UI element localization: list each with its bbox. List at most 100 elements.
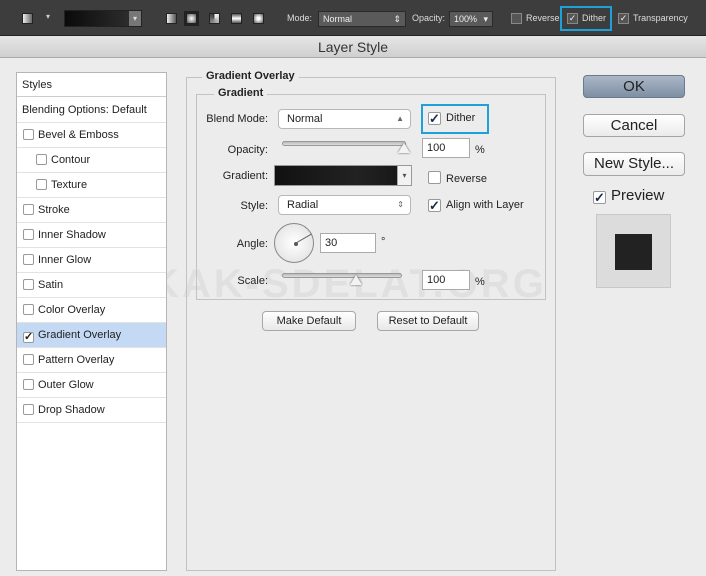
gradient-tool-icon[interactable] [22, 13, 33, 24]
style-checkbox[interactable] [23, 279, 34, 290]
gradient-picker[interactable]: ▾ [64, 10, 142, 27]
style-checkbox[interactable] [36, 154, 47, 165]
group-title: Gradient [214, 87, 268, 99]
preview-checkbox[interactable]: ✓ [593, 191, 606, 204]
style-checkbox[interactable] [23, 404, 34, 415]
style-checkbox[interactable] [23, 229, 34, 240]
scale-input[interactable]: 100 [422, 270, 470, 290]
sidebar-item-label: Pattern Overlay [38, 354, 115, 366]
sidebar-item-outer-glow[interactable]: Outer Glow [17, 373, 166, 398]
sidebar-item-bevel-emboss[interactable]: Bevel & Emboss [17, 123, 166, 148]
sidebar-item-label: Texture [51, 179, 88, 191]
sidebar-item-color-overlay[interactable]: Color Overlay [17, 298, 166, 323]
sidebar-item-contour[interactable]: Contour [17, 148, 166, 173]
transparency-label: Transparency [633, 13, 688, 23]
opacity-slider-thumb[interactable] [398, 143, 410, 153]
preview-option[interactable]: ✓ Preview [593, 187, 664, 204]
reflected-gradient-icon[interactable] [231, 13, 242, 24]
sidebar-item-drop-shadow[interactable]: Drop Shadow [17, 398, 166, 423]
gradient-dropdown-icon[interactable]: ▾ [397, 166, 411, 185]
style-checkbox[interactable]: ✓ [23, 332, 34, 343]
opacity-label: Opacity: [227, 144, 268, 156]
sidebar-item-inner-shadow[interactable]: Inner Shadow [17, 223, 166, 248]
style-select[interactable]: Radial ⇕ [278, 195, 411, 215]
style-checkbox[interactable] [23, 254, 34, 265]
style-checkbox[interactable] [23, 379, 34, 390]
sidebar-item-gradient-overlay[interactable]: ✓ Gradient Overlay [17, 323, 166, 348]
cancel-button[interactable]: Cancel [583, 114, 685, 137]
styles-list: Styles Blending Options: Default Bevel & … [16, 72, 167, 571]
sidebar-item-satin[interactable]: Satin [17, 273, 166, 298]
opacity-slider[interactable] [282, 141, 406, 146]
reverse-label: Reverse [526, 13, 560, 23]
dither-checkbox[interactable]: ✓ [567, 13, 578, 24]
dialog-title: Layer Style [0, 36, 706, 58]
reverse-checkbox[interactable] [511, 13, 522, 24]
sidebar-item-blending-options-default[interactable]: Blending Options: Default [17, 98, 166, 123]
sidebar-item-label: Blending Options: Default [22, 104, 147, 116]
dither-checkbox[interactable]: ✓ [428, 112, 441, 125]
make-default-button[interactable]: Make Default [262, 311, 356, 331]
sidebar-item-label: Color Overlay [38, 304, 106, 316]
dither-label: Dither [582, 13, 607, 23]
reverse-label: Reverse [446, 173, 487, 185]
stepper-icon: ▲ [396, 114, 404, 123]
sidebar-item-stroke[interactable]: Stroke [17, 198, 166, 223]
mode-value: Normal [323, 14, 353, 24]
style-checkbox[interactable] [23, 354, 34, 365]
reverse-checkbox[interactable] [428, 171, 441, 184]
sidebar-item-label: Contour [51, 154, 91, 166]
sidebar-item-label: Gradient Overlay [38, 329, 122, 341]
mode-label: Mode: [287, 13, 313, 23]
style-checkbox[interactable] [23, 129, 34, 140]
opacity-field[interactable]: 100% ▾ [449, 11, 493, 27]
reset-to-default-button[interactable]: Reset to Default [377, 311, 479, 331]
tool-preset-dropdown[interactable]: ▾ [46, 12, 50, 21]
blend-mode-value: Normal [287, 113, 323, 125]
blend-mode-label: Blend Mode: [206, 113, 268, 125]
dither-option[interactable]: ✓ Dither [428, 112, 475, 125]
sidebar-item-label: Inner Glow [38, 254, 92, 266]
scale-label: Scale: [237, 275, 268, 287]
angle-input[interactable]: 30 [320, 233, 376, 253]
style-checkbox[interactable] [23, 304, 34, 315]
angle-label: Angle: [236, 238, 268, 250]
opacity-label: Opacity: [412, 13, 446, 23]
scale-slider[interactable] [282, 273, 402, 278]
radial-gradient-icon[interactable] [184, 11, 199, 26]
style-checkbox[interactable] [36, 179, 47, 190]
sidebar-item-texture[interactable]: Texture [17, 173, 166, 198]
reverse-option[interactable]: Reverse [428, 171, 487, 185]
ok-button[interactable]: OK [583, 75, 685, 98]
styles-header[interactable]: Styles [17, 73, 166, 97]
blend-mode-select[interactable]: Normal ▲ [278, 109, 411, 129]
style-label: Style: [240, 200, 268, 212]
sidebar-item-label: Satin [38, 279, 64, 291]
transparency-checkbox[interactable]: ✓ [618, 13, 629, 24]
align-with-layer-checkbox[interactable]: ✓ [428, 199, 441, 212]
sidebar-item-label: Bevel & Emboss [38, 129, 119, 141]
style-checkbox[interactable] [23, 204, 34, 215]
new-style-button[interactable]: New Style... [583, 152, 685, 176]
preview-swatch [615, 234, 652, 270]
gradient-swatch[interactable]: ▾ [274, 165, 412, 186]
opacity-input[interactable]: 100 [422, 138, 470, 158]
sidebar-item-label: Drop Shadow [38, 404, 105, 416]
angle-dial[interactable] [274, 223, 314, 263]
sidebar-item-label: Inner Shadow [38, 229, 106, 241]
mode-select[interactable]: Normal ⇕ [318, 11, 406, 27]
opacity-value: 100% [454, 14, 478, 24]
scale-slider-thumb[interactable] [350, 275, 362, 285]
diamond-gradient-icon[interactable] [253, 13, 264, 24]
align-with-layer-label: Align with Layer [446, 199, 524, 211]
sidebar-item-label: Stroke [38, 204, 70, 216]
dither-label: Dither [446, 112, 476, 124]
style-preview [596, 214, 671, 288]
sidebar-item-inner-glow[interactable]: Inner Glow [17, 248, 166, 273]
panel-title: Gradient Overlay [202, 70, 299, 82]
angle-unit: ° [381, 236, 386, 248]
sidebar-item-pattern-overlay[interactable]: Pattern Overlay [17, 348, 166, 373]
angle-gradient-icon[interactable] [209, 13, 220, 24]
linear-gradient-icon[interactable] [166, 13, 177, 24]
align-with-layer-option[interactable]: ✓ Align with Layer [428, 199, 524, 212]
